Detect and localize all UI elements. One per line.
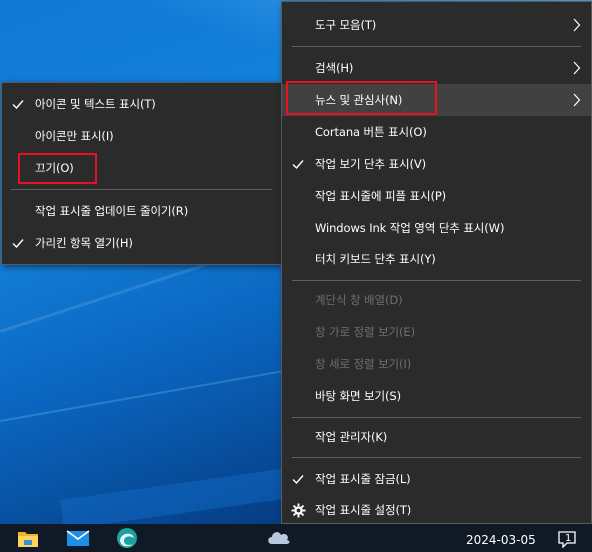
news-interests-submenu: 아이콘 및 텍스트 표시(T) 아이콘만 표시(I) 끄기(O) 작업 표시줄 … <box>1 82 282 265</box>
chevron-right-icon <box>573 61 581 75</box>
tray-date[interactable]: 2024-03-05 <box>466 533 536 547</box>
check-icon <box>12 100 24 110</box>
submenu-item-open-on-hover[interactable]: 가리킨 항목 열기(H) <box>2 227 281 259</box>
submenu-item-label: 가리킨 항목 열기(H) <box>35 236 133 250</box>
submenu-item-turn-off[interactable]: 끄기(O) <box>2 152 281 184</box>
menu-separator <box>292 417 581 418</box>
menu-item-search[interactable]: 검색(H) <box>282 52 591 84</box>
submenu-item-label: 작업 표시줄 업데이트 줄이기(R) <box>35 204 189 218</box>
chevron-right-icon <box>573 18 581 32</box>
menu-item-news-and-interests[interactable]: 뉴스 및 관심사(N) <box>282 84 591 116</box>
menu-item-label: 작업 표시줄 설정(T) <box>315 503 412 517</box>
menu-item-label: 도구 모음(T) <box>315 18 377 32</box>
file-explorer-icon[interactable] <box>16 526 40 550</box>
menu-separator <box>292 457 581 458</box>
menu-item-show-windows-ink[interactable]: Windows Ink 작업 영역 단추 표시(W) <box>282 212 591 244</box>
notification-count: 1 <box>565 533 572 544</box>
menu-separator <box>292 46 581 47</box>
menu-item-label: 작업 관리자(K) <box>315 430 388 444</box>
submenu-item-show-icon-and-text[interactable]: 아이콘 및 텍스트 표시(T) <box>2 88 281 120</box>
submenu-item-reduce-updates[interactable]: 작업 표시줄 업데이트 줄이기(R) <box>2 195 281 227</box>
menu-item-label: 뉴스 및 관심사(N) <box>315 93 403 107</box>
menu-item-label: 계단식 창 배열(D) <box>315 293 403 307</box>
taskbar-context-menu: 도구 모음(T) 검색(H) 뉴스 및 관심사(N) Cortana 버튼 표시… <box>281 1 592 524</box>
edge-icon[interactable] <box>115 526 139 550</box>
menu-item-stack-windows[interactable]: 창 가로 정렬 보기(E) <box>282 316 591 348</box>
check-icon <box>292 475 304 485</box>
taskbar: 2024-03-05 1 <box>0 524 592 552</box>
menu-item-task-manager[interactable]: 작업 관리자(K) <box>282 421 591 453</box>
check-icon <box>12 239 24 249</box>
menu-item-label: Cortana 버튼 표시(O) <box>315 125 427 139</box>
menu-item-lock-taskbar[interactable]: 작업 표시줄 잠금(L) <box>282 463 591 495</box>
menu-item-cascade-windows[interactable]: 계단식 창 배열(D) <box>282 284 591 316</box>
submenu-item-label: 아이콘 및 텍스트 표시(T) <box>35 97 156 111</box>
gear-icon <box>291 502 306 518</box>
menu-item-label: 검색(H) <box>315 61 354 75</box>
menu-separator <box>11 189 272 190</box>
menu-item-label: Windows Ink 작업 영역 단추 표시(W) <box>315 221 505 235</box>
submenu-item-label: 아이콘만 표시(I) <box>35 129 114 143</box>
menu-item-show-task-view-button[interactable]: 작업 보기 단추 표시(V) <box>282 148 591 180</box>
menu-item-label: 창 가로 정렬 보기(E) <box>315 325 415 339</box>
check-icon <box>292 160 304 170</box>
menu-item-label: 바탕 화면 보기(S) <box>315 389 401 403</box>
menu-separator <box>292 280 581 281</box>
menu-item-side-by-side-windows[interactable]: 창 세로 정렬 보기(I) <box>282 348 591 380</box>
menu-item-toolbars[interactable]: 도구 모음(T) <box>282 9 591 41</box>
mail-icon[interactable] <box>66 526 90 550</box>
menu-item-label: 작업 표시줄 잠금(L) <box>315 472 411 486</box>
menu-item-show-cortana-button[interactable]: Cortana 버튼 표시(O) <box>282 116 591 148</box>
menu-item-label: 창 세로 정렬 보기(I) <box>315 357 412 371</box>
menu-item-show-people[interactable]: 작업 표시줄에 피플 표시(P) <box>282 180 591 212</box>
submenu-item-show-icon-only[interactable]: 아이콘만 표시(I) <box>2 120 281 152</box>
menu-item-label: 터치 키보드 단추 표시(Y) <box>315 252 436 266</box>
cloud-icon[interactable] <box>266 528 292 546</box>
menu-item-show-desktop[interactable]: 바탕 화면 보기(S) <box>282 380 591 412</box>
menu-item-show-touch-keyboard[interactable]: 터치 키보드 단추 표시(Y) <box>282 243 591 275</box>
menu-item-label: 작업 보기 단추 표시(V) <box>315 157 427 171</box>
menu-item-label: 작업 표시줄에 피플 표시(P) <box>315 189 447 203</box>
chevron-right-icon <box>573 93 581 107</box>
submenu-item-label: 끄기(O) <box>35 161 74 175</box>
menu-item-taskbar-settings[interactable]: 작업 표시줄 설정(T) <box>282 494 591 526</box>
